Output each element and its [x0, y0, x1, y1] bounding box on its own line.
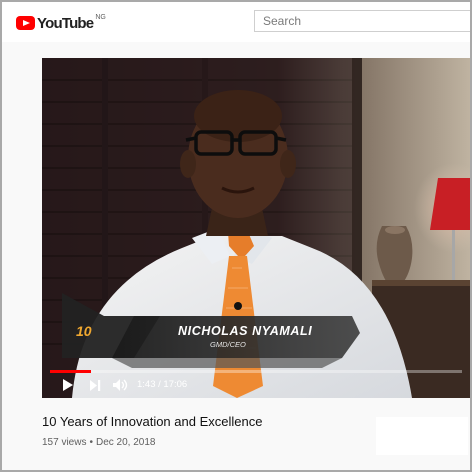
view-count: 157 views	[42, 437, 87, 448]
lower-third-caption: NICHOLAS NYAMALI GMD/CEO	[178, 324, 348, 349]
video-player[interactable]: 10 NICHOLAS NYAMALI GMD/CEO	[42, 58, 470, 398]
next-button[interactable]	[88, 378, 102, 392]
blank-panel	[376, 417, 468, 455]
player-controls: 1:43 / 17:06	[42, 370, 470, 398]
youtube-play-logo-icon	[16, 16, 35, 30]
upload-date: Dec 20, 2018	[95, 437, 156, 448]
speaker-name: NICHOLAS NYAMALI	[178, 324, 313, 338]
skip-next-icon	[89, 379, 100, 391]
brand-badge-text: 10	[76, 323, 92, 339]
video-meta: 157 views • Dec 20, 2018	[42, 437, 155, 448]
time-display: 1:43 / 17:06	[137, 379, 188, 390]
progress-bar[interactable]	[50, 370, 462, 373]
video-title: 10 Years of Innovation and Excellence	[42, 414, 263, 429]
speaker-role: GMD/CEO	[210, 340, 246, 349]
search-input[interactable]	[255, 11, 470, 31]
meta-separator: •	[89, 437, 93, 448]
mute-button[interactable]	[112, 378, 128, 392]
progress-played	[50, 370, 92, 373]
logo-text: YouTube	[37, 14, 94, 32]
search-box[interactable]	[254, 10, 470, 32]
youtube-logo[interactable]: YouTube NG	[16, 14, 106, 32]
volume-icon	[112, 379, 127, 391]
play-icon	[62, 379, 73, 391]
play-button[interactable]	[60, 378, 74, 392]
logo-region-code: NG	[95, 14, 106, 21]
